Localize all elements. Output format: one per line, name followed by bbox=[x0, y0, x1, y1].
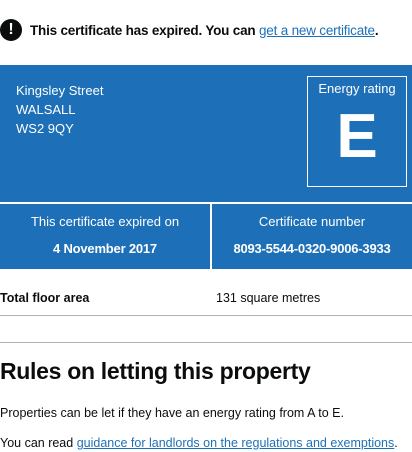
property-address: Kingsley Street WALSALL WS2 9QY bbox=[16, 81, 103, 138]
energy-rating-label: Energy rating bbox=[318, 81, 396, 96]
rules-paragraph: Properties can be let if they have an en… bbox=[0, 406, 344, 420]
certificate-summary: Kingsley Street WALSALL WS2 9QY Energy r… bbox=[0, 65, 412, 269]
warning-text: This certificate has expired. You can ge… bbox=[30, 22, 379, 38]
warning-suffix: . bbox=[374, 22, 379, 38]
address-line-2: WALSALL bbox=[16, 102, 76, 117]
expiry-date: 4 November 2017 bbox=[53, 241, 157, 256]
guidance-prefix: You can read bbox=[0, 436, 77, 450]
address-line-1: Kingsley Street bbox=[16, 83, 104, 98]
energy-rating-letter: E bbox=[336, 102, 378, 171]
energy-rating-box: Energy rating E bbox=[307, 76, 407, 187]
floor-area-label: Total floor area bbox=[0, 291, 90, 305]
certificate-number: 8093-5544-0320-9006-3933 bbox=[233, 241, 391, 256]
floor-area-row: Total floor area 131 square metres bbox=[0, 281, 412, 316]
floor-area-value: 131 square metres bbox=[216, 291, 321, 305]
address-line-3: WS2 9QY bbox=[16, 121, 74, 136]
section-divider bbox=[0, 342, 412, 343]
get-new-certificate-link[interactable]: get a new certificate bbox=[259, 23, 375, 38]
expiry-label: This certificate expired on bbox=[30, 214, 180, 229]
guidance-paragraph: You can read guidance for landlords on t… bbox=[0, 436, 398, 450]
exclamation-icon: ! bbox=[0, 19, 22, 41]
guidance-suffix: . bbox=[394, 436, 398, 450]
warning-message: This certificate has expired. You can bbox=[30, 22, 259, 38]
certificate-number-cell: Certificate number 8093-5544-0320-9006-3… bbox=[212, 203, 412, 269]
rules-heading: Rules on letting this property bbox=[0, 358, 311, 384]
landlord-guidance-link[interactable]: guidance for landlords on the regulation… bbox=[77, 436, 395, 450]
expiry-cell: This certificate expired on 4 November 2… bbox=[0, 203, 210, 269]
certificate-number-label: Certificate number bbox=[258, 214, 366, 229]
expired-warning: ! This certificate has expired. You can … bbox=[0, 16, 412, 44]
